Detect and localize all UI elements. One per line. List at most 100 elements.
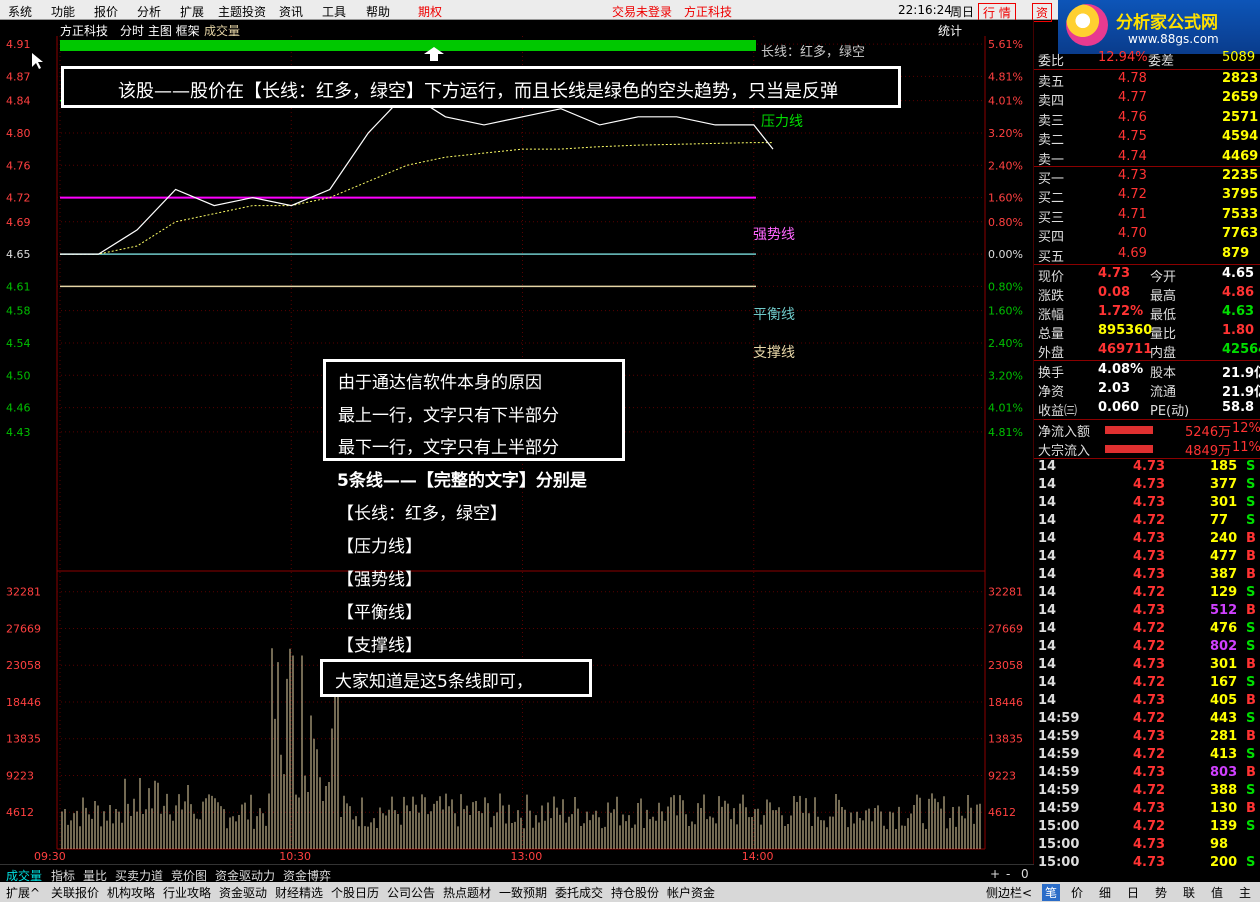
stat-value-2: 21.9亿	[1222, 385, 1260, 400]
tick-volume: 240	[1210, 531, 1238, 546]
bottom-related-quote[interactable]: 关联报价	[51, 884, 99, 901]
menu-analysis[interactable]: 分析	[137, 3, 161, 20]
menu-help[interactable]: 帮助	[366, 3, 390, 20]
trade-button[interactable]: 资	[1032, 3, 1053, 22]
tick-time: 14	[1038, 477, 1057, 492]
menu-quote[interactable]: 报价	[94, 3, 118, 20]
price-tick-label: 4.76	[6, 159, 31, 172]
brand-url: www.88gs.com	[1128, 32, 1219, 46]
tick-volume: 139	[1210, 819, 1238, 834]
menu-extend[interactable]: 扩展	[180, 3, 204, 20]
zoom-in-button[interactable]: +	[990, 867, 1000, 881]
bid-price: 4.70	[1118, 226, 1147, 242]
stat-label-2: 流通	[1150, 385, 1177, 400]
bottom-hot-topics[interactable]: 热点题材	[443, 884, 491, 901]
tick-volume: 413	[1210, 747, 1238, 762]
ask-label: 卖四	[1038, 94, 1065, 110]
stat-label: 涨幅	[1038, 308, 1065, 323]
bid-volume: 3795	[1222, 187, 1259, 203]
percent-tick-label: 4.81%	[988, 426, 1023, 439]
price-tick-label: 4.61	[6, 280, 31, 293]
menu-theme-invest[interactable]: 主题投资	[218, 3, 266, 20]
bottom-finance-news[interactable]: 财经精选	[275, 884, 323, 901]
bottom-orders[interactable]: 委托成交	[555, 884, 603, 901]
tick-time: 15:00	[1038, 837, 1080, 852]
right-tab-detail[interactable]: 细	[1099, 884, 1111, 901]
stat-value: 2.03	[1098, 381, 1131, 396]
order-diff-value: 5089	[1222, 50, 1256, 65]
stat-label: 外盘	[1038, 346, 1065, 361]
tick-volume: 167	[1210, 675, 1238, 690]
tick-volume: 387	[1210, 567, 1238, 582]
weekday: 周日	[950, 5, 975, 19]
list-item-strong: 【强势线】	[337, 570, 422, 590]
bottom-extend[interactable]: 扩展^	[6, 884, 40, 901]
tick-time: 15:00	[1038, 819, 1080, 834]
tick-price: 4.72	[1133, 783, 1166, 798]
ask-volume: 4469	[1222, 148, 1259, 164]
sidebar-toggle[interactable]: 侧边栏<	[986, 884, 1032, 901]
flow-label: 净流入额	[1038, 425, 1091, 440]
menu-news[interactable]: 资讯	[279, 3, 303, 20]
right-tab-value[interactable]: 值	[1211, 884, 1223, 901]
percent-tick-label: 4.81%	[988, 70, 1023, 83]
tick-volume: 301	[1210, 495, 1238, 510]
tick-price: 4.73	[1133, 531, 1166, 546]
ask-price: 4.76	[1118, 109, 1147, 125]
percent-tick-label: 2.40%	[988, 159, 1023, 172]
stats-label[interactable]: 统计	[938, 24, 962, 38]
tick-price: 4.73	[1133, 567, 1166, 582]
menu-function[interactable]: 功能	[51, 3, 75, 20]
bid-price: 4.71	[1118, 206, 1147, 222]
bottom-stock-calendar[interactable]: 个股日历	[331, 884, 379, 901]
tick-volume: 476	[1210, 621, 1238, 636]
volume-tick-label-right: 4612	[988, 806, 1016, 819]
percent-tick-label: 3.20%	[988, 369, 1023, 382]
bottom-industry[interactable]: 行业攻略	[163, 884, 211, 901]
right-tab-trend[interactable]: 势	[1155, 884, 1167, 901]
bottom-institution[interactable]: 机构攻略	[107, 884, 155, 901]
bottom-fund-drive[interactable]: 资金驱动	[219, 884, 267, 901]
right-tab-daily[interactable]: 日	[1127, 884, 1139, 901]
chart-tabs[interactable]: 分时 主图 框架	[120, 24, 200, 38]
tick-price: 4.72	[1133, 639, 1166, 654]
menu-system[interactable]: 系统	[8, 3, 32, 20]
tick-side: B	[1246, 801, 1256, 816]
login-status[interactable]: 交易未登录	[612, 3, 672, 20]
bottom-announcement[interactable]: 公司公告	[387, 884, 435, 901]
tick-side: B	[1246, 567, 1256, 582]
tick-volume: 803	[1210, 765, 1238, 780]
list-item-balance: 【平衡线】	[337, 603, 422, 623]
percent-tick-label: 0.00%	[988, 248, 1023, 261]
right-tab-price[interactable]: 价	[1071, 884, 1083, 901]
volume-tick-label-right: 27669	[988, 622, 1023, 635]
tick-side: S	[1246, 783, 1256, 798]
stat-value-2: 21.9亿	[1222, 366, 1260, 381]
price-tick-label: 4.50	[6, 369, 31, 382]
brand-logo: 分析家公式网 www.88gs.com	[1058, 0, 1260, 54]
right-tab-ticks[interactable]: 笔	[1042, 884, 1061, 901]
volume-tick-label: 23058	[6, 659, 41, 672]
menu-options[interactable]: 期权	[418, 3, 442, 20]
stat-label: 现价	[1038, 270, 1065, 285]
percent-tick-label: 4.01%	[988, 402, 1023, 415]
right-tab-main[interactable]: 主	[1239, 884, 1251, 901]
tick-side: B	[1246, 765, 1256, 780]
tick-time: 14	[1038, 585, 1057, 600]
reset-button[interactable]: 0	[1021, 867, 1029, 881]
tick-volume: 377	[1210, 477, 1238, 492]
bid-volume: 2235	[1222, 168, 1259, 183]
bottom-positions[interactable]: 持仓股份	[611, 884, 659, 901]
tick-price: 4.72	[1133, 585, 1166, 600]
menu-tools[interactable]: 工具	[322, 3, 346, 20]
tick-price: 4.73	[1133, 603, 1166, 618]
right-tab-link[interactable]: 联	[1183, 884, 1195, 901]
flow-bar	[1105, 445, 1153, 453]
tick-time: 14	[1038, 567, 1057, 582]
volume-tick-label: 27669	[6, 622, 41, 635]
zoom-out-button[interactable]: -	[1006, 867, 1010, 881]
bottom-consensus[interactable]: 一致预期	[499, 884, 547, 901]
bid-label: 买二	[1038, 191, 1065, 207]
bottom-account-funds[interactable]: 帐户资金	[667, 884, 715, 901]
tick-volume: 477	[1210, 549, 1238, 564]
